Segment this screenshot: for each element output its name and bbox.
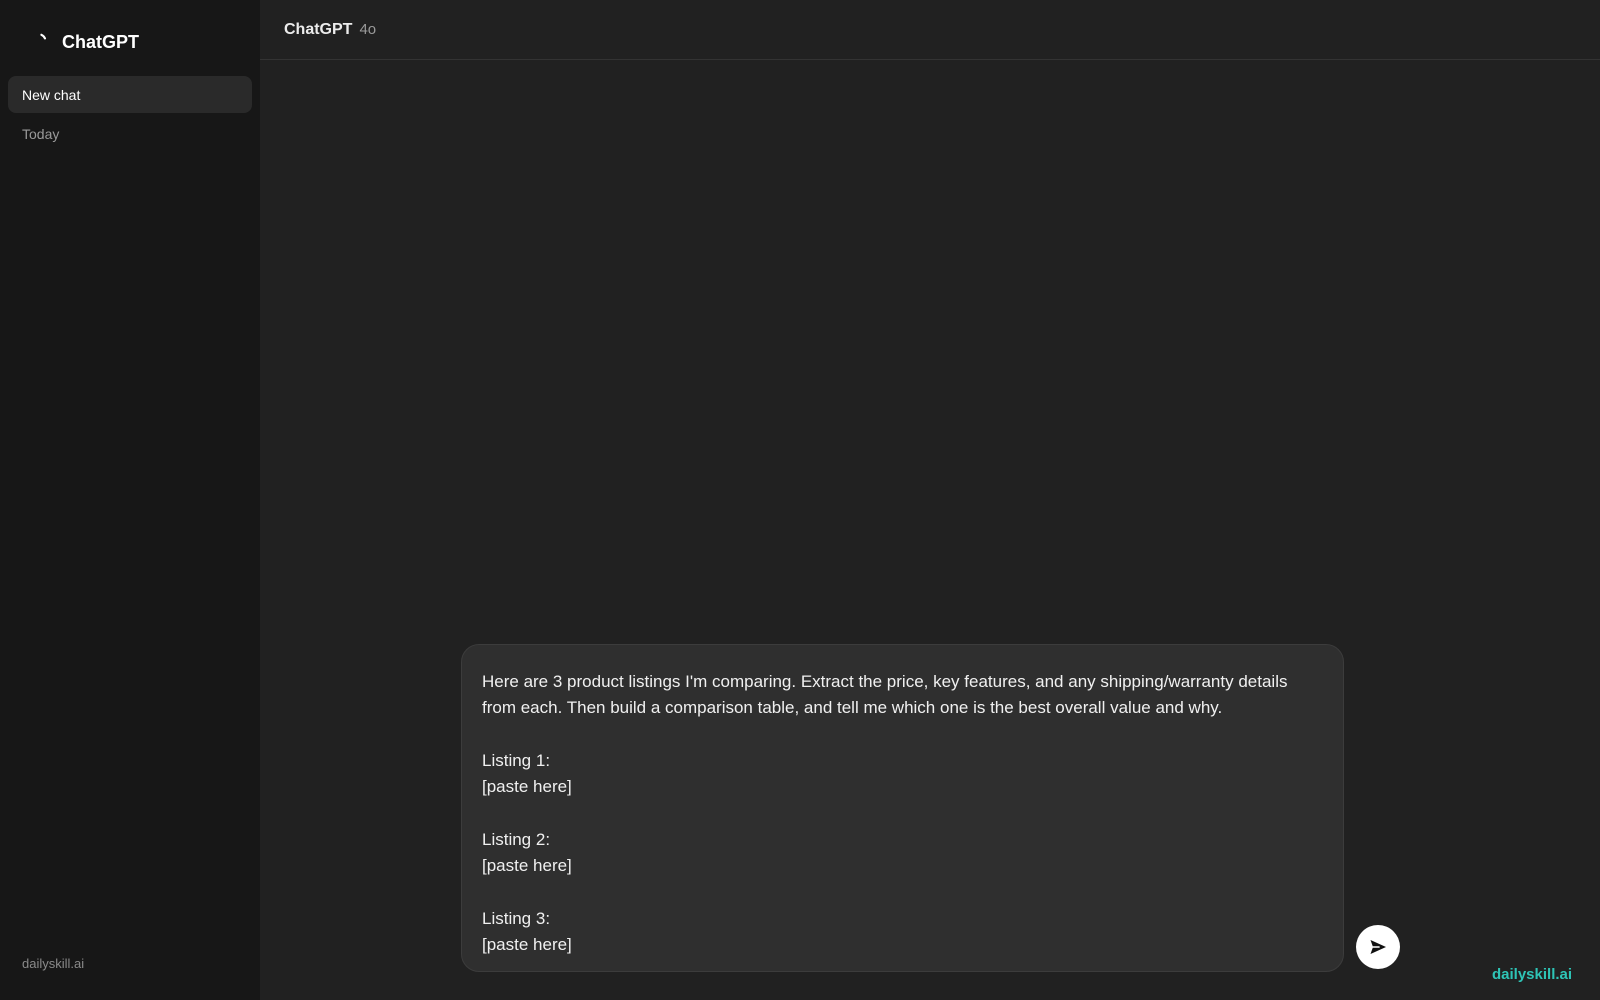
chat-header: ChatGPT 4o <box>260 0 1600 60</box>
brand[interactable]: ChatGPT <box>36 28 139 56</box>
app-window: ChatGPT New chat Today dailyskill.ai Cha… <box>0 0 1600 1000</box>
sidebar-footer-text: dailyskill.ai <box>22 956 85 971</box>
sidebar: ChatGPT New chat Today dailyskill.ai <box>0 0 260 1000</box>
new-chat-button[interactable]: New chat <box>8 76 252 113</box>
send-arrow-icon <box>1370 940 1386 954</box>
brand-name: ChatGPT <box>62 31 140 52</box>
watermark-text: dailyskill.ai <box>1492 966 1573 983</box>
openai-logo-icon <box>40 33 47 40</box>
section-heading-today: Today <box>22 126 60 142</box>
send-button[interactable] <box>1356 925 1400 969</box>
model-version-label: 4o <box>359 21 377 38</box>
message-input[interactable] <box>482 669 1323 955</box>
model-selector[interactable]: ChatGPT <box>284 21 352 39</box>
new-chat-label: New chat <box>22 86 81 103</box>
message-composer[interactable] <box>461 644 1344 972</box>
